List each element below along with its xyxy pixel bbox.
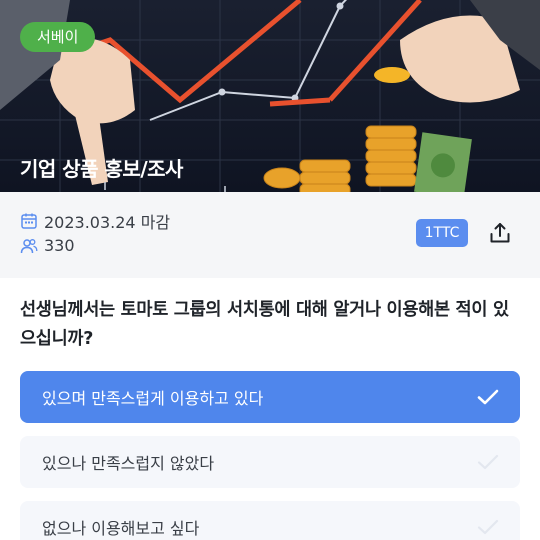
survey-title: 기업 상품 홍보/조사: [20, 157, 183, 181]
people-icon: [20, 237, 38, 255]
deadline-row: 2023.03.24 마감: [20, 209, 170, 233]
check-icon: [477, 519, 499, 535]
answer-option-2[interactable]: 있으나 만족스럽지 않았다: [20, 436, 520, 488]
share-button[interactable]: [486, 219, 514, 247]
calendar-icon: [20, 212, 38, 230]
answer-option-label: 있으며 만족스럽게 이용하고 있다: [42, 389, 264, 408]
category-tag: 서베이: [20, 22, 96, 52]
share-icon: [490, 223, 510, 243]
deadline-text: 2023.03.24 마감: [44, 213, 171, 232]
answer-option-label: 없으나 이용해보고 싶다: [42, 519, 200, 538]
answer-option-3[interactable]: 없으나 이용해보고 싶다: [20, 501, 520, 540]
check-icon: [477, 454, 499, 470]
question-text: 선생님께서는 토마토 그룹의 서치통에 대해 알거나 이용해본 적이 있으십니까…: [20, 300, 509, 349]
participants-count: 330: [44, 236, 75, 255]
answer-option-label: 있으나 만족스럽지 않았다: [42, 454, 215, 473]
answer-option-1[interactable]: 있으며 만족스럽게 이용하고 있다: [20, 371, 520, 423]
check-icon: [477, 389, 499, 405]
reward-badge: 1TTC: [416, 219, 468, 247]
participants-row: 330: [20, 236, 75, 255]
hero-banner: 서베이 기업 상품 홍보/조사: [0, 0, 540, 192]
